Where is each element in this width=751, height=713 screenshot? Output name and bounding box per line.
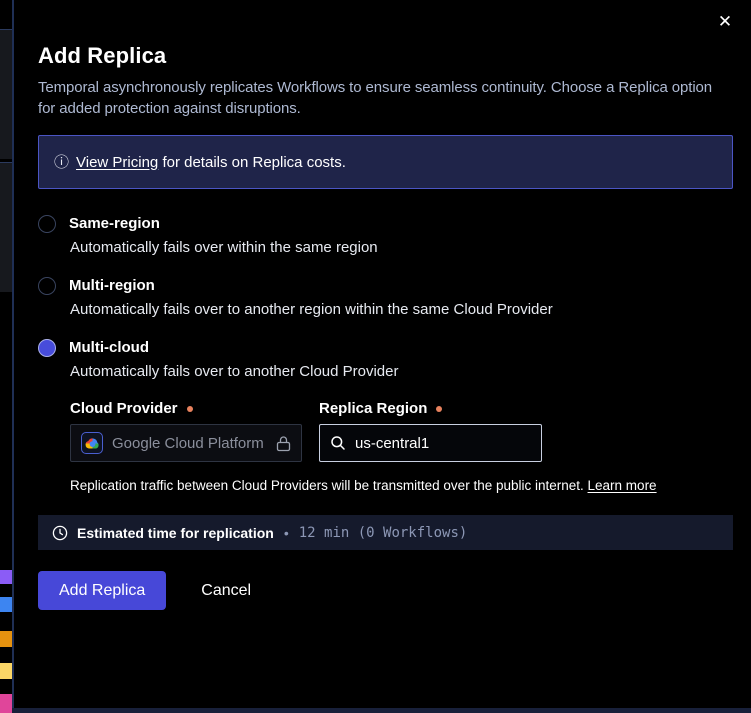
google-cloud-icon (81, 432, 103, 454)
pricing-banner-text: for details on Replica costs. (158, 154, 346, 171)
replica-region-value: us-central1 (355, 435, 429, 452)
radio-selected-icon[interactable] (38, 339, 56, 357)
estimated-time-banner: Estimated time for replication • 12 min … (38, 515, 733, 550)
background-bottom-bar (12, 708, 751, 713)
info-icon: ⓘ (54, 155, 69, 170)
learn-more-link[interactable]: Learn more (588, 478, 657, 493)
clock-icon (52, 525, 68, 541)
cancel-button[interactable]: Cancel (191, 571, 261, 610)
estimate-label: Estimated time for replication (77, 525, 274, 541)
option-same-region: Same-region Automatically fails over wit… (38, 215, 731, 256)
search-icon (330, 435, 346, 451)
radio-same-region[interactable]: Same-region (38, 215, 731, 233)
replica-option-group: Same-region Automatically fails over wit… (38, 215, 731, 494)
required-dot (436, 406, 442, 412)
view-pricing-link[interactable]: View Pricing (76, 154, 158, 171)
background-color-swatch (0, 597, 12, 612)
option-description: Automatically fails over within the same… (70, 239, 731, 256)
background-color-swatch (0, 570, 12, 584)
dialog-actions: Add Replica Cancel (38, 571, 731, 610)
background-color-swatch (0, 663, 12, 679)
option-multi-cloud: Multi-cloud Automatically fails over to … (38, 339, 731, 494)
note-text: Replication traffic between Cloud Provid… (70, 478, 584, 493)
dialog-title: Add Replica (38, 44, 731, 68)
replica-region-field: Replica Region us-central1 (319, 400, 542, 462)
option-label: Multi-cloud (69, 339, 149, 357)
background-page-strip (0, 0, 12, 713)
dialog-content: Add Replica Temporal asynchronously repl… (14, 44, 751, 610)
option-label: Same-region (69, 215, 160, 233)
background-panel (0, 162, 12, 292)
background-color-swatch (0, 631, 12, 647)
replica-region-label: Replica Region (319, 400, 542, 417)
option-multi-region: Multi-region Automatically fails over to… (38, 277, 731, 318)
multi-cloud-form: Cloud Provider (70, 400, 731, 462)
cloud-provider-select[interactable]: Google Cloud Platform (70, 424, 302, 462)
add-replica-button[interactable]: Add Replica (38, 571, 166, 610)
field-label-text: Cloud Provider (70, 400, 178, 417)
lock-icon (276, 435, 291, 452)
public-internet-note: Replication traffic between Cloud Provid… (70, 478, 731, 494)
estimate-value: 12 min (0 Workflows) (299, 525, 468, 541)
pricing-info-banner: ⓘ View Pricing for details on Replica co… (38, 135, 733, 189)
radio-multi-cloud[interactable]: Multi-cloud (38, 339, 731, 357)
close-icon[interactable]: ✕ (711, 8, 739, 36)
radio-unselected-icon[interactable] (38, 277, 56, 295)
radio-unselected-icon[interactable] (38, 215, 56, 233)
cloud-provider-value: Google Cloud Platform (112, 435, 264, 452)
dialog-description: Temporal asynchronously replicates Workf… (38, 77, 730, 119)
option-description: Automatically fails over to another regi… (70, 301, 731, 318)
required-dot (187, 406, 193, 412)
add-replica-dialog: ✕ Add Replica Temporal asynchronously re… (12, 0, 751, 708)
cloud-provider-field: Cloud Provider (70, 400, 302, 462)
field-label-text: Replica Region (319, 400, 427, 417)
option-label: Multi-region (69, 277, 155, 295)
cloud-provider-label: Cloud Provider (70, 400, 302, 417)
estimate-separator: • (284, 525, 289, 541)
background-color-swatch (0, 694, 12, 713)
replica-region-input[interactable]: us-central1 (319, 424, 542, 462)
option-description: Automatically fails over to another Clou… (70, 363, 731, 380)
radio-multi-region[interactable]: Multi-region (38, 277, 731, 295)
background-panel (0, 29, 12, 159)
